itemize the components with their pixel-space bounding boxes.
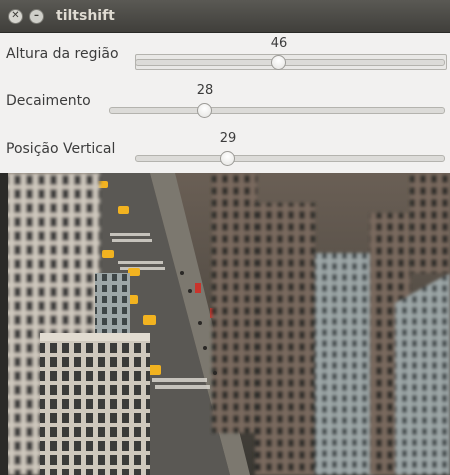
minimize-icon: – — [34, 10, 39, 21]
slider-track[interactable] — [109, 107, 445, 114]
slider-track[interactable] — [135, 155, 445, 162]
slider-value: 29 — [219, 131, 237, 146]
slider-row-posicao: Posição Vertical 29 — [0, 126, 450, 172]
slider-value: 28 — [196, 83, 214, 98]
slider-thumb[interactable] — [271, 55, 286, 70]
window-title: tiltshift — [56, 8, 115, 24]
tiltshift-photo — [0, 173, 450, 475]
minimize-button[interactable]: – — [29, 8, 44, 24]
slider-label: Decaimento — [6, 93, 91, 109]
title-bar: ✕ – tiltshift — [0, 0, 450, 33]
slider-row-altura: Altura da região 46 — [0, 33, 450, 79]
slider-thumb[interactable] — [220, 151, 235, 166]
slider-value: 46 — [270, 36, 288, 51]
slider-label: Posição Vertical — [6, 141, 116, 157]
slider-thumb[interactable] — [197, 103, 212, 118]
slider-track[interactable] — [135, 59, 445, 66]
slider-label: Altura da região — [6, 46, 119, 62]
slider-row-decaimento: Decaimento 28 — [0, 79, 450, 125]
controls-panel: Altura da região 46 Decaimento 28 Posiçã… — [0, 33, 450, 173]
close-icon: ✕ — [11, 10, 20, 21]
close-button[interactable]: ✕ — [8, 8, 23, 24]
city-photo-image — [0, 173, 450, 475]
